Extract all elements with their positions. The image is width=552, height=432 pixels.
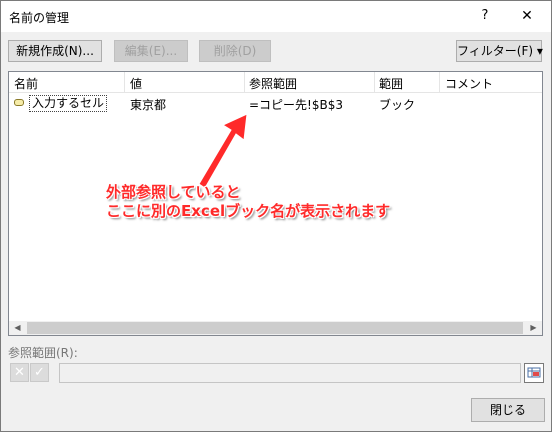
annotation-line-2: ここに別のExcelブック名が表示されます: [106, 202, 391, 220]
annotation-line-1: 外部参照していると: [106, 183, 241, 201]
annotation-callout: 外部参照していると ここに別のExcelブック名が表示されます: [106, 183, 390, 221]
